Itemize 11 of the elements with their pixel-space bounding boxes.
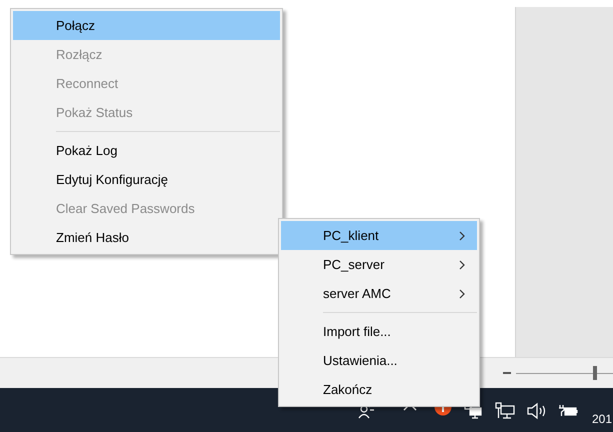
menu-item[interactable]: Edytuj Konfigurację: [13, 165, 280, 194]
menu-item[interactable]: server AMC: [281, 279, 477, 308]
menu-item[interactable]: Zmień Hasło: [13, 223, 280, 252]
menu-item[interactable]: Ustawienia...: [281, 346, 477, 375]
menu-item[interactable]: Połącz: [13, 11, 280, 40]
menu-item[interactable]: Import file...: [281, 317, 477, 346]
menu-item[interactable]: Zakończ: [281, 375, 477, 404]
clock-date: 201: [592, 412, 612, 426]
menu-item[interactable]: PC_server: [281, 250, 477, 279]
menu-item[interactable]: PC_klient: [281, 221, 477, 250]
menu-item[interactable]: Pokaż Log: [13, 136, 280, 165]
